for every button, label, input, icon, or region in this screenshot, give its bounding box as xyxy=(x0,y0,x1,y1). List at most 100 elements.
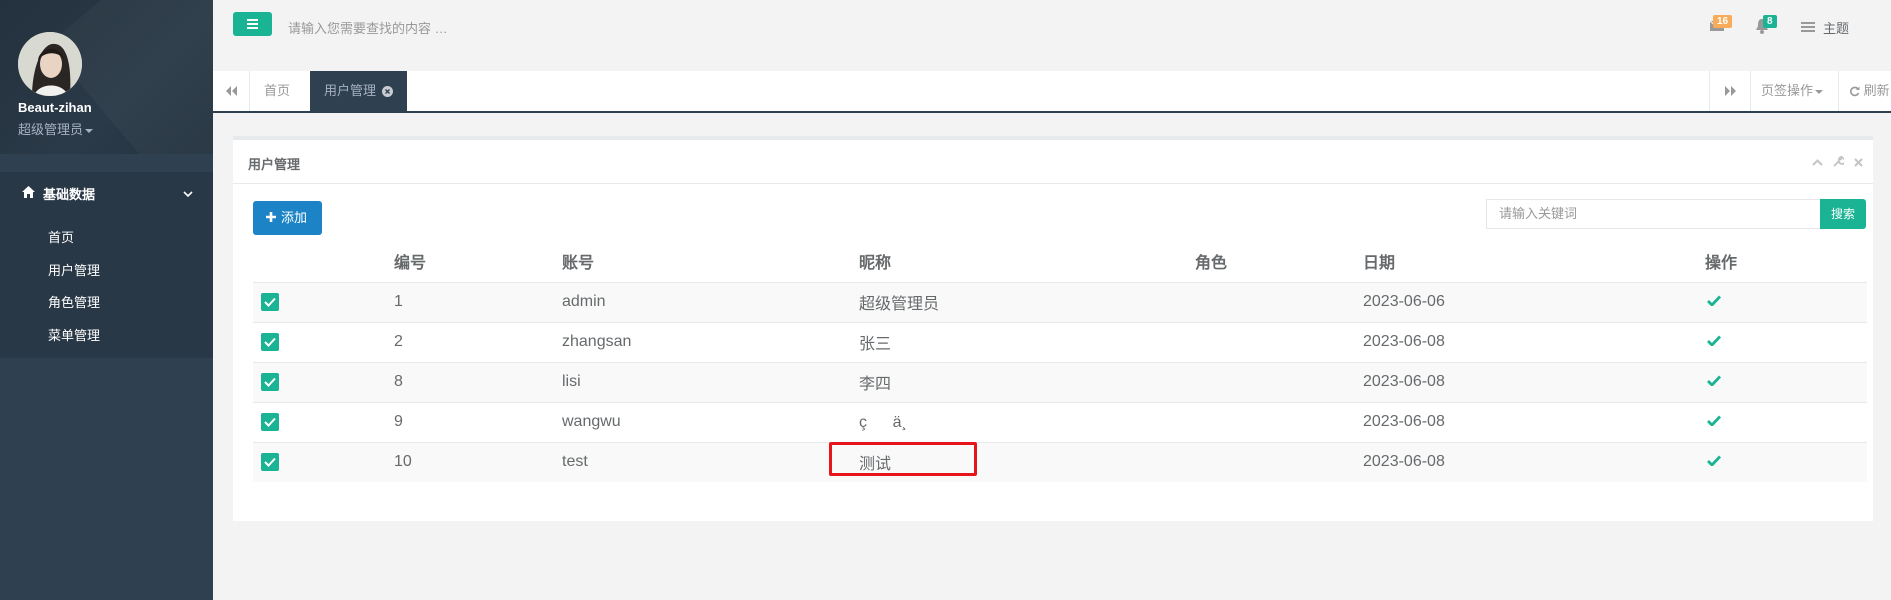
check-icon xyxy=(264,337,276,347)
cell-id: 8 xyxy=(394,361,562,402)
row-checkbox[interactable] xyxy=(261,332,279,351)
refresh-icon xyxy=(1850,86,1860,97)
add-button-label: 添加 xyxy=(281,210,308,225)
sidebar: Beaut-zihan 超级管理员 基础数据 首页 用户管理 角色管理 菜单管理 xyxy=(0,0,213,600)
menu-group: 基础数据 首页 用户管理 角色管理 菜单管理 xyxy=(0,172,213,358)
check-icon xyxy=(264,417,276,427)
check-icon[interactable] xyxy=(1707,295,1722,308)
user-role-label: 超级管理员 xyxy=(18,122,84,137)
menu-group-label: 基础数据 xyxy=(43,187,96,202)
cell-date: 2023-06-06 xyxy=(1363,281,1705,322)
check-icon xyxy=(264,297,276,307)
table-row: 2 zhangsan 张三 2023-06-08 xyxy=(253,321,1867,362)
avatar[interactable] xyxy=(18,32,82,96)
sidebar-item-role-management[interactable]: 角色管理 xyxy=(0,287,213,320)
menu-group-basic-data[interactable]: 基础数据 xyxy=(0,172,213,212)
sidebar-item-menu-management[interactable]: 菜单管理 xyxy=(0,320,213,353)
cell-role xyxy=(1195,401,1363,442)
notifications-button[interactable]: 8 xyxy=(1755,15,1777,37)
global-search-input[interactable]: 请输入您需要查找的内容 … xyxy=(288,18,448,37)
cell-date: 2023-06-08 xyxy=(1363,361,1705,402)
chevron-up-icon[interactable] xyxy=(1812,159,1823,167)
top-right-tools: 16 8 主题 xyxy=(1701,14,1891,42)
header-role: 角色 xyxy=(1195,240,1363,283)
cell-nickname: 超级管理员 xyxy=(859,281,1195,322)
panel-title: 用户管理 xyxy=(248,157,301,172)
tabs-scroll-left-button[interactable] xyxy=(213,71,250,111)
cell-date: 2023-06-08 xyxy=(1363,321,1705,362)
row-checkbox[interactable] xyxy=(261,453,279,472)
tab-home[interactable]: 首页 xyxy=(250,71,304,111)
check-icon[interactable] xyxy=(1707,415,1722,428)
cell-account: wangwu xyxy=(562,401,859,442)
notifications-badge: 8 xyxy=(1763,15,1777,28)
cell-nickname: çä¸ xyxy=(859,401,1195,442)
home-icon xyxy=(22,185,35,201)
header-id: 编号 xyxy=(394,240,562,283)
header-nickname: 昵称 xyxy=(859,240,1195,283)
table-row: 10 test 测试 2023-06-08 xyxy=(253,441,1867,482)
search-button[interactable]: 搜索 xyxy=(1820,199,1866,229)
close-circle-icon[interactable] xyxy=(381,86,393,98)
theme-button[interactable]: 主题 xyxy=(1801,20,1849,36)
cell-role xyxy=(1195,281,1363,322)
sidebar-item-user-management[interactable]: 用户管理 xyxy=(0,255,213,288)
caret-down-icon xyxy=(1815,89,1824,94)
keyword-search-input[interactable]: 请输入关键词 xyxy=(1486,199,1824,229)
top-navbar: 请输入您需要查找的内容 … 16 8 主题 xyxy=(213,0,1891,71)
tab-operations-dropdown[interactable]: 页签操作 xyxy=(1751,71,1839,111)
panel-tools xyxy=(1812,154,1863,170)
cell-role xyxy=(1195,361,1363,402)
cell-nickname: 张三 xyxy=(859,321,1195,362)
user-name[interactable]: Beaut-zihan xyxy=(18,100,92,115)
messages-button[interactable]: 16 xyxy=(1709,15,1733,35)
submenu: 首页 用户管理 角色管理 菜单管理 xyxy=(0,222,213,352)
cell-date: 2023-06-08 xyxy=(1363,441,1705,482)
table-row: 1 admin 超级管理员 2023-06-06 xyxy=(253,281,1867,322)
cell-account: zhangsan xyxy=(562,321,859,362)
user-role-dropdown[interactable]: 超级管理员 xyxy=(18,119,94,138)
profile-panel: Beaut-zihan 超级管理员 xyxy=(0,0,213,154)
theme-label: 主题 xyxy=(1823,21,1850,36)
table-row: 9 wangwu çä¸ 2023-06-08 xyxy=(253,401,1867,442)
forward-icon xyxy=(1725,86,1736,96)
row-checkbox[interactable] xyxy=(261,372,279,391)
refresh-button[interactable]: 刷新 xyxy=(1839,71,1891,111)
check-icon[interactable] xyxy=(1707,335,1722,348)
cell-id: 10 xyxy=(394,441,562,482)
tabs-bar: 首页 用户管理 页签操作 刷新 xyxy=(213,71,1891,113)
row-checkbox[interactable] xyxy=(261,412,279,431)
tab-label: 用户管理 xyxy=(324,83,377,98)
header-checkbox xyxy=(253,240,394,283)
check-icon[interactable] xyxy=(1707,375,1722,388)
header-date: 日期 xyxy=(1363,240,1705,283)
sidebar-item-home[interactable]: 首页 xyxy=(0,222,213,255)
tasks-icon xyxy=(1801,22,1815,32)
wrench-icon[interactable] xyxy=(1833,155,1846,167)
caret-down-icon xyxy=(85,128,94,133)
hamburger-icon-line xyxy=(247,23,258,25)
cell-date: 2023-06-08 xyxy=(1363,401,1705,442)
messages-badge: 16 xyxy=(1713,15,1733,28)
add-user-button[interactable]: 添加 xyxy=(253,201,322,235)
row-checkbox[interactable] xyxy=(261,292,279,311)
cell-id: 9 xyxy=(394,401,562,442)
tabs-scroll-right-button[interactable] xyxy=(1709,71,1751,111)
cell-account: lisi xyxy=(562,361,859,402)
table-header-row: 编号 账号 昵称 角色 日期 操作 xyxy=(253,240,1867,283)
check-icon[interactable] xyxy=(1707,455,1722,468)
cell-account: admin xyxy=(562,281,859,322)
tab-user-management[interactable]: 用户管理 xyxy=(310,71,407,111)
header-account: 账号 xyxy=(562,240,859,283)
chevron-down-icon xyxy=(183,185,193,201)
check-icon xyxy=(264,377,276,387)
menu-toggle-button[interactable] xyxy=(233,12,272,36)
tab-operations-label: 页签操作 xyxy=(1761,83,1814,98)
cell-account: test xyxy=(562,441,859,482)
refresh-label: 刷新 xyxy=(1863,83,1890,98)
cell-nickname: 李四 xyxy=(859,361,1195,402)
panel-header: 用户管理 xyxy=(233,140,1873,184)
close-icon[interactable] xyxy=(1854,158,1863,167)
cell-role xyxy=(1195,441,1363,482)
cell-id: 1 xyxy=(394,281,562,322)
